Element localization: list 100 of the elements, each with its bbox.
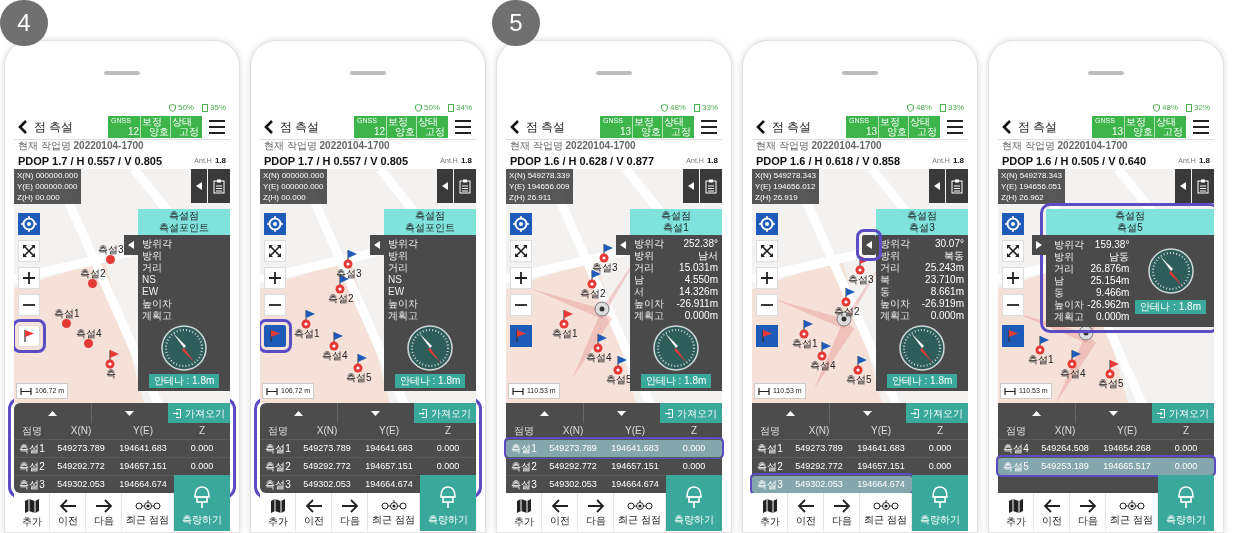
column-header: Y(E)	[1116, 426, 1138, 436]
nav-button[interactable]: 다음	[332, 493, 368, 531]
point-label: 측설3	[592, 263, 618, 273]
nav-button[interactable]: 다음	[86, 493, 122, 531]
point-label: 측설3	[98, 245, 124, 255]
nav-button[interactable]: 추가	[506, 493, 542, 531]
info-label: 높이차	[634, 299, 664, 309]
gnss-value: 13	[865, 126, 877, 137]
gnss-value: 양호	[887, 126, 907, 137]
nav-button[interactable]: 이전	[542, 493, 578, 531]
table-cell-text: 549302.053	[794, 480, 844, 489]
nav-button[interactable]: 이전	[788, 493, 824, 531]
point-label: 측설3	[848, 275, 874, 285]
column-header: X(N)	[807, 426, 831, 436]
point-label: 측설4	[322, 351, 348, 361]
coordinates-readout: X(N) 549278.343 Y(E) 194656.012 Z(H) 26.919	[752, 169, 819, 204]
info-label: 높이차	[388, 299, 418, 309]
nav-button[interactable]: 추가	[14, 493, 50, 531]
info-value: 14.326m	[679, 287, 718, 297]
column-header: Z	[443, 426, 453, 436]
gnss-label: 보정	[634, 116, 654, 127]
pdop-text: PDOP 1.7 / H 0.557 / V 0.805	[18, 153, 163, 169]
info-value: 159.38°	[1094, 240, 1130, 250]
gnss-value: 13	[1111, 126, 1123, 137]
point-label: 측설2	[328, 294, 354, 304]
info-label: 계획고	[634, 311, 664, 321]
info-label: 높이차	[142, 299, 172, 309]
info-label: 동	[1054, 288, 1064, 298]
battery-percent: 35%	[210, 102, 226, 114]
point-name: 측설3	[909, 222, 935, 234]
point-name: 측설포인트	[405, 222, 455, 234]
nav-button[interactable]: 이전	[1034, 493, 1070, 531]
gnss-value: 고정	[671, 126, 691, 137]
point-label: 측설1	[294, 329, 320, 339]
gnss-label: 보정	[388, 116, 408, 127]
column-header: Y(E)	[378, 426, 400, 436]
table-cell-text: 0.000	[435, 462, 461, 471]
table-cell-text: 549292.772	[56, 462, 106, 471]
table-cell-text: 측설1	[18, 443, 46, 454]
info-label: 거리	[1054, 264, 1074, 274]
nav-button[interactable]: 다음	[1070, 493, 1106, 531]
info-value: -26.919m	[921, 299, 964, 309]
table-cell-text: 549302.053	[302, 480, 352, 489]
column-header: Z	[935, 426, 945, 436]
battery-percent: 34%	[456, 102, 472, 114]
nav-button[interactable]: 추가	[260, 493, 296, 531]
point-label: 측설5	[1098, 379, 1124, 389]
table-cell-text: 0.000	[189, 462, 215, 471]
column-header: 점명	[513, 426, 535, 436]
step-badge: 5	[492, 0, 540, 46]
table-row[interactable]: 측설1 549273.789 194641.683 0.000	[752, 439, 968, 457]
info-label: 북	[880, 275, 890, 285]
panel-title: 측설점	[169, 210, 199, 222]
info-label: NS	[142, 275, 156, 285]
table-row[interactable]: 측설1 549273.789 194641.683 0.000	[14, 439, 230, 457]
signal-percent: 48%	[669, 102, 686, 114]
table-cell-text: 549302.053	[548, 480, 598, 489]
table-cell-text: 0.000	[927, 462, 953, 471]
pdop-text: PDOP 1.6 / H 0.628 / V 0.877	[510, 153, 655, 169]
table-cell-text: 측설5	[1002, 461, 1030, 472]
info-value: 8.661m	[930, 287, 964, 297]
table-cell-text: 549253.189	[1040, 462, 1090, 471]
nav-button[interactable]: 이전	[296, 493, 332, 531]
coordinates-readout: X(N) 549278.339 Y(E) 194656.009 Z(H) 26.911	[506, 169, 573, 204]
point-label: 측설1	[54, 309, 80, 319]
point-label: 측설5	[846, 375, 872, 385]
info-label: 방위	[880, 251, 900, 261]
table-cell-text: 194664.674	[118, 480, 168, 489]
column-header: Z	[689, 426, 699, 436]
gnss-label: 보정	[142, 116, 162, 127]
table-cell-text: 194641.683	[856, 444, 906, 453]
nav-button[interactable]: 이전	[50, 493, 86, 531]
table-row[interactable]: 측설1 549273.789 194641.683 0.000	[260, 439, 476, 457]
coordinates-readout: X(N) 000000.000 Y(E) 000000.000 Z(H) 00.000	[260, 169, 327, 204]
point-label: 측설1	[792, 339, 818, 349]
column-header: 점명	[759, 426, 781, 436]
point-label: 측설3	[336, 269, 362, 279]
point-name: 측설1	[663, 222, 689, 234]
pdop-text: PDOP 1.7 / H 0.557 / V 0.805	[264, 153, 409, 169]
antenna-value: 1.8	[1198, 155, 1210, 167]
table-cell-text: 측설3	[264, 479, 292, 490]
info-value: -26.962m	[1087, 300, 1130, 310]
column-header: 점명	[267, 426, 289, 436]
point-label: 측설2	[580, 289, 606, 299]
nav-button[interactable]: 다음	[824, 493, 860, 531]
job-name: 현재 작업명 20220104-1700	[17, 140, 145, 153]
job-name: 현재 작업명 20220104-1700	[755, 140, 883, 153]
signal-percent: 50%	[177, 102, 194, 114]
column-header: X(N)	[315, 426, 339, 436]
coordinates-readout: X(N) 549278.343 Y(E) 194656.051 Z(H) 26.962	[998, 169, 1065, 204]
gnss-value: 양호	[641, 126, 661, 137]
info-label: 남	[1054, 276, 1064, 286]
screen-title: 점 측설	[1018, 118, 1058, 136]
nav-button[interactable]: 추가	[752, 493, 788, 531]
nav-button[interactable]: 추가	[998, 493, 1034, 531]
column-header: Y(E)	[132, 426, 154, 436]
table-cell-text: 측설4	[1002, 443, 1030, 454]
table-cell-text: 측설2	[756, 461, 784, 472]
table-cell-text: 측설3	[510, 479, 538, 490]
nav-button[interactable]: 다음	[578, 493, 614, 531]
